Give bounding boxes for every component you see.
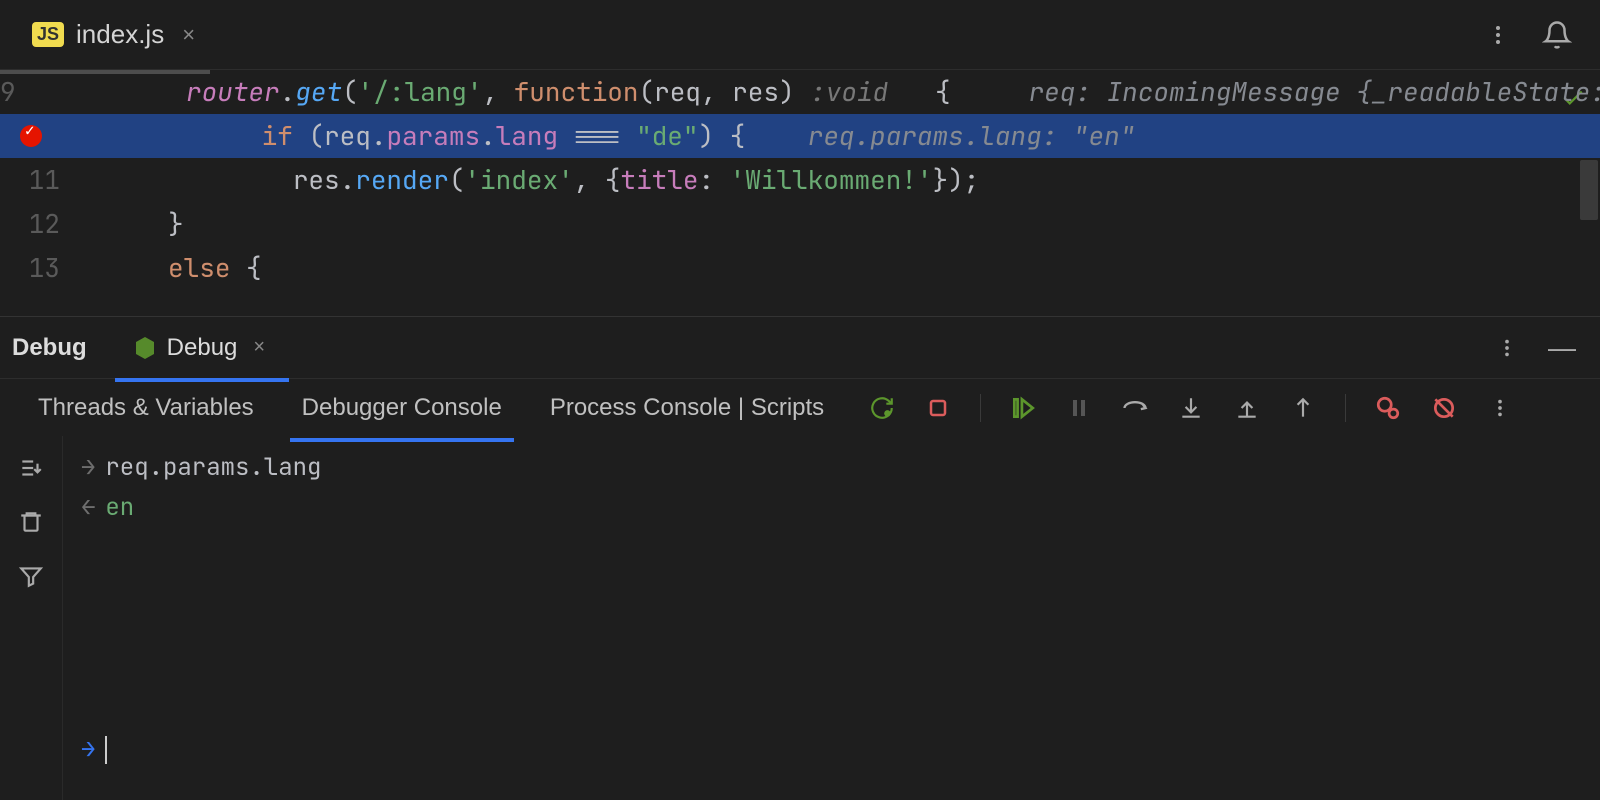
breakpoint-check-icon: ✓ [24,110,36,154]
tab-process-console[interactable]: Process Console | Scripts [526,380,848,436]
console-prompt[interactable]: → [81,730,107,770]
line-number: 13 [0,246,90,290]
prompt-arrow-icon: → [81,730,95,770]
tab-threads-variables[interactable]: Threads & Variables [14,380,278,436]
step-into-icon[interactable] [1177,394,1205,422]
console-input-line: → req.params.lang [81,448,1582,488]
mute-breakpoints-icon[interactable] [1430,394,1458,422]
line-number: 12 [0,202,90,246]
debug-session-tab[interactable]: Debug × [115,320,289,376]
run-to-cursor-icon[interactable] [1289,394,1317,422]
console-result-value: en [105,488,134,528]
arrow-right-icon: → [81,448,95,488]
step-out-icon[interactable] [1233,394,1261,422]
editor-scrollbar[interactable] [1580,160,1598,220]
separator [1345,394,1346,422]
step-over-icon[interactable] [1121,394,1149,422]
view-breakpoints-icon[interactable] [1374,394,1402,422]
minimize-panel-icon[interactable]: — [1548,332,1576,364]
text-cursor [105,736,107,764]
debug-sub-tabs: Threads & Variables Debugger Console Pro… [0,378,1600,436]
filter-console-icon[interactable] [17,562,45,590]
debug-actions-toolbar [868,394,1514,422]
stop-icon[interactable] [924,394,952,422]
line-number: 11 [0,158,90,202]
code-line-10-current[interactable]: ✓ if (req.params.lang === "de") { req.pa… [0,114,1600,158]
console-output-line: ← en [81,488,1582,528]
console-output-area[interactable]: → req.params.lang ← en → [62,436,1600,800]
line-number: 9 [0,70,46,114]
debugger-console: → req.params.lang ← en → [0,436,1600,800]
tab-debugger-console[interactable]: Debugger Console [278,380,526,436]
debug-tool-title: Debug [0,334,105,362]
more-options-icon[interactable] [1496,337,1518,359]
pause-icon[interactable] [1065,394,1093,422]
arrow-left-icon: ← [81,488,95,528]
debug-tool-window-header: Debug Debug × — [0,316,1600,378]
console-evaluated-expression: req.params.lang [105,448,321,488]
scroll-to-end-icon[interactable] [17,454,45,482]
console-side-toolbar [0,436,62,800]
close-session-icon[interactable]: × [247,336,271,359]
more-debug-actions-icon[interactable] [1486,394,1514,422]
inline-debug-hint: req: IncomingMessage {_readableState: [1029,74,1600,109]
rerun-icon[interactable] [868,394,896,422]
nodejs-icon [133,336,157,360]
code-line-9[interactable]: 9 router.get('/:lang', function(req, res… [0,70,1600,114]
code-editor[interactable]: 9 router.get('/:lang', function(req, res… [0,70,1600,316]
resume-icon[interactable] [1009,394,1037,422]
code-line-13[interactable]: 13 else { [0,246,1600,290]
clear-console-icon[interactable] [17,508,45,536]
code-line-11[interactable]: 11 res.render('index', {title: 'Willkomm… [0,158,1600,202]
inline-debug-hint: req.params.lang: "en" [808,118,1136,153]
separator [980,394,981,422]
debug-session-label: Debug [167,334,238,362]
